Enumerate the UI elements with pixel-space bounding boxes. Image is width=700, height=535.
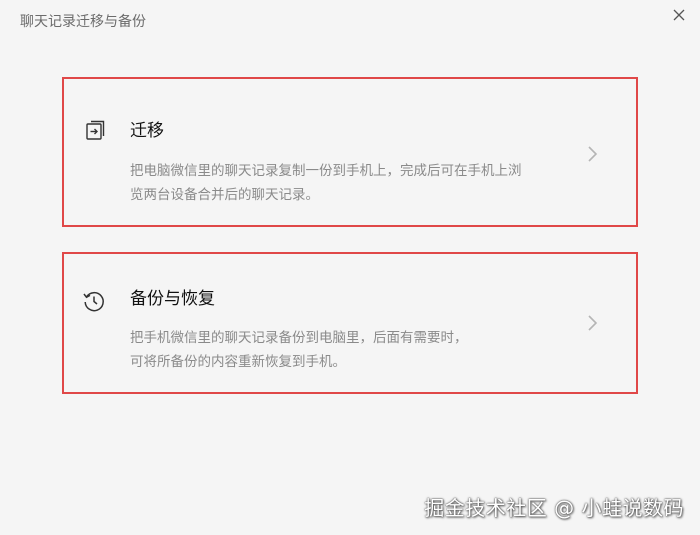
migrate-icon <box>86 120 105 140</box>
migrate-description: 把电脑微信里的聊天记录复制一份到手机上，完成后可在手机上浏 览两台设备合并后的聊… <box>130 159 550 207</box>
history-icon <box>83 291 104 312</box>
chevron-right-icon <box>588 146 598 162</box>
migrate-description-line2: 览两台设备合并后的聊天记录。 <box>130 187 319 203</box>
migration-backup-dialog: 聊天记录迁移与备份 迁移 把电脑微信里的聊天记录复制一份到手机上，完成后可在手机… <box>0 0 700 535</box>
backup-title: 备份与恢复 <box>130 289 215 309</box>
migrate-title: 迁移 <box>130 121 164 141</box>
migrate-description-line1: 把电脑微信里的聊天记录复制一份到手机上，完成后可在手机上浏 <box>130 163 522 179</box>
window-title: 聊天记录迁移与备份 <box>20 14 146 30</box>
backup-description: 把手机微信里的聊天记录备份到电脑里，后面有需要时， 可将所备份的内容重新恢复到手… <box>130 326 550 374</box>
chevron-right-icon <box>588 315 598 331</box>
backup-description-line2: 可将所备份的内容重新恢复到手机。 <box>130 354 346 370</box>
backup-restore-option-card[interactable]: 备份与恢复 把手机微信里的聊天记录备份到电脑里，后面有需要时， 可将所备份的内容… <box>62 252 638 394</box>
migrate-option-card[interactable]: 迁移 把电脑微信里的聊天记录复制一份到手机上，完成后可在手机上浏 览两台设备合并… <box>62 77 638 227</box>
close-icon <box>673 9 685 21</box>
close-button[interactable] <box>668 4 690 26</box>
watermark: 掘金技术社区 @ 小蛙说数码 <box>424 496 684 520</box>
backup-description-line1: 把手机微信里的聊天记录备份到电脑里，后面有需要时， <box>130 330 468 346</box>
